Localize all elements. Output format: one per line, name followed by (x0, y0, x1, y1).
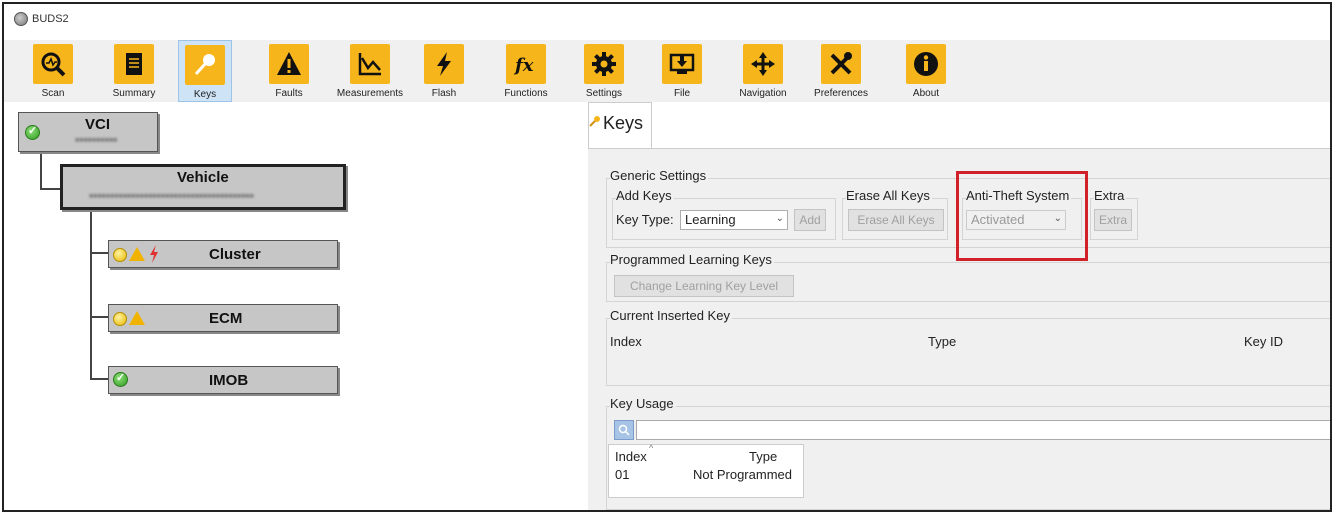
table-cell-type[interactable]: Not Programmed (693, 467, 792, 482)
toolbar-navigation-button[interactable]: Navigation (736, 40, 790, 102)
info-icon (906, 44, 946, 84)
toolbar-functions-button[interactable]: fx Functions (500, 40, 552, 102)
column-header-key-id: Key ID (1244, 334, 1284, 349)
toolbar-summary-button[interactable]: Summary (108, 40, 160, 102)
scan-icon (33, 44, 73, 84)
toolbar-file-button[interactable]: File (660, 40, 704, 102)
tree-connector (90, 252, 108, 254)
key-usage-search-input[interactable] (636, 420, 1330, 440)
tree-node-vci[interactable]: VCI ■■■■■■■■■■ (18, 112, 158, 152)
tree-connector (90, 316, 108, 318)
key-usage-table: Index ^ Type 01 Not Programmed (608, 443, 804, 498)
table-cell-index[interactable]: 01 (615, 467, 629, 482)
attention-status-icon (113, 248, 127, 262)
extra-legend: Extra (1094, 188, 1127, 203)
current-inserted-key-group (606, 318, 1330, 386)
generic-settings-legend: Generic Settings (610, 168, 709, 183)
navigation-icon (743, 44, 783, 84)
node-name: ECM (209, 310, 243, 327)
tree-connector (90, 378, 108, 380)
add-keys-legend: Add Keys (616, 188, 674, 203)
file-icon (662, 44, 702, 84)
sort-indicator-icon: ^ (649, 443, 654, 453)
extra-button[interactable]: Extra (1094, 209, 1132, 231)
device-tree: VCI ■■■■■■■■■■ Vehicle ■■■■■■■■■■■■■■■■■… (4, 104, 584, 510)
tree-connector (40, 188, 60, 190)
attention-status-icon (113, 312, 127, 326)
key-usage-legend: Key Usage (610, 396, 676, 411)
gear-icon (584, 44, 624, 84)
tree-node-imob[interactable]: IMOB (108, 366, 338, 394)
toolbar-preferences-button[interactable]: Preferences (814, 40, 868, 102)
tree-node-vehicle[interactable]: Vehicle ■■■■■■■■■■■■■■■■■■■■■■■■■■■■■■■■… (60, 164, 346, 210)
key-type-select[interactable]: Learning ⌄ (680, 210, 788, 230)
title-bar: BUDS2 (4, 4, 1330, 38)
column-header-type[interactable]: Type (749, 449, 777, 464)
app-window: BUDS2 Scan Summary Keys Faults Measureme… (2, 2, 1332, 512)
app-logo-icon (14, 12, 28, 26)
app-title: BUDS2 (32, 13, 69, 25)
node-vehicle-info-redacted: ■■■■■■■■■■■■■■■■■■■■■■■■■■■■■■■■■■■■■■■ (89, 193, 254, 200)
measurements-icon (350, 44, 390, 84)
node-serial-redacted: ■■■■■■■■■■ (75, 137, 118, 144)
summary-icon (114, 44, 154, 84)
toolbar-measurements-button[interactable]: Measurements (334, 40, 406, 102)
column-header-type: Type (928, 334, 957, 349)
erase-all-keys-button[interactable]: Erase All Keys (848, 209, 944, 231)
tree-node-ecm[interactable]: ECM (108, 304, 338, 332)
flash-icon (424, 44, 464, 84)
ok-status-icon (25, 124, 40, 140)
programmed-learning-keys-legend: Programmed Learning Keys (610, 252, 774, 267)
toolbar-keys-button[interactable]: Keys (178, 40, 232, 102)
key-icon (185, 45, 225, 85)
tree-connector (40, 154, 42, 188)
key-icon (589, 116, 600, 127)
faults-icon (269, 44, 309, 84)
toolbar-faults-button[interactable]: Faults (264, 40, 314, 102)
anti-theft-highlight-box (956, 171, 1088, 261)
toolbar-settings-button[interactable]: Settings (582, 40, 626, 102)
page-title: Keys (603, 113, 644, 133)
warning-icon (129, 247, 145, 261)
fault-bolt-icon (150, 245, 158, 263)
change-learning-key-level-button[interactable]: Change Learning Key Level (614, 275, 794, 297)
add-key-button[interactable]: Add (794, 209, 826, 231)
column-header-index[interactable]: Index (615, 449, 647, 464)
keys-panel-tab[interactable]: Keys (588, 102, 652, 148)
key-type-label: Key Type: (616, 212, 674, 227)
node-name: IMOB (209, 372, 249, 389)
erase-all-keys-legend: Erase All Keys (846, 188, 932, 203)
node-name: VCI (85, 116, 111, 133)
tree-node-cluster[interactable]: Cluster (108, 240, 338, 268)
main-toolbar: Scan Summary Keys Faults Measurements Fl… (4, 40, 1330, 102)
current-inserted-key-legend: Current Inserted Key (610, 308, 732, 323)
preferences-icon (821, 44, 861, 84)
column-header-index: Index (610, 334, 642, 349)
toolbar-scan-button[interactable]: Scan (28, 40, 78, 102)
node-name: Vehicle (177, 169, 229, 186)
search-icon[interactable] (614, 420, 634, 440)
chevron-down-icon: ⌄ (775, 213, 784, 224)
toolbar-about-button[interactable]: About (904, 40, 948, 102)
functions-icon: fx (506, 44, 546, 84)
warning-icon (129, 311, 145, 325)
node-name: Cluster (209, 246, 261, 263)
svg-text:fx: fx (513, 55, 534, 76)
toolbar-flash-button[interactable]: Flash (422, 40, 466, 102)
ok-status-icon (113, 371, 128, 387)
tree-connector (90, 212, 92, 380)
